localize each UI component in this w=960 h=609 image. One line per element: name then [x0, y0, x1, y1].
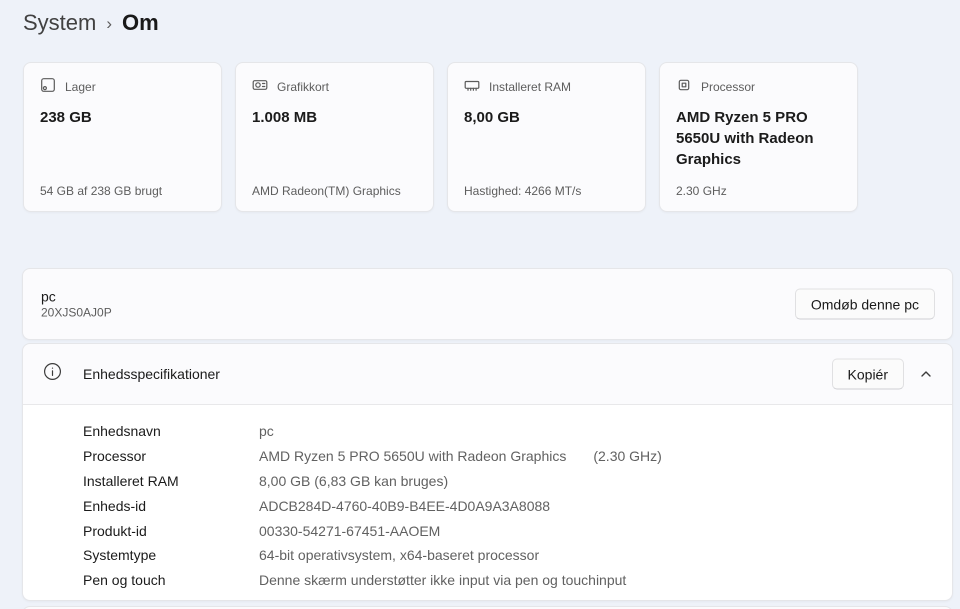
device-name: pc	[41, 288, 112, 306]
ram-card-detail: Hastighed: 4266 MT/s	[464, 184, 633, 198]
spec-value: Denne skærm understøtter ikke input via …	[259, 572, 626, 588]
summary-cards-row: Lager 238 GB 54 GB af 238 GB brugt Grafi…	[23, 62, 858, 212]
spec-label: Enhedsnavn	[83, 423, 259, 439]
breadcrumb-system-link[interactable]: System	[23, 10, 96, 36]
spec-row-processor: Processor AMD Ryzen 5 PRO 5650U with Rad…	[83, 444, 952, 469]
gpu-card-header: Grafikkort	[252, 77, 417, 96]
breadcrumb: System › Om	[23, 10, 159, 36]
rename-pc-button[interactable]: Omdøb denne pc	[795, 289, 935, 320]
ram-card-value: 8,00 GB	[464, 107, 629, 128]
info-icon	[43, 362, 62, 386]
spec-label: Installeret RAM	[83, 473, 259, 489]
gpu-card-detail: AMD Radeon(TM) Graphics	[252, 184, 421, 198]
spec-row-installed-ram: Installeret RAM 8,00 GB (6,83 GB kan bru…	[83, 469, 952, 494]
gpu-card-value: 1.008 MB	[252, 107, 417, 128]
spec-row-device-id: Enheds-id ADCB284D-4760-40B9-B4EE-4D0A9A…	[83, 493, 952, 518]
processor-card-value: AMD Ryzen 5 PRO 5650U with Radeon Graphi…	[676, 107, 841, 170]
processor-card-detail: 2.30 GHz	[676, 184, 845, 198]
hard-drive-icon	[40, 77, 56, 96]
spec-value: 64-bit operativsystem, x64-baseret proce…	[259, 547, 539, 563]
storage-card-detail: 54 GB af 238 GB brugt	[40, 184, 209, 198]
spec-value: AMD Ryzen 5 PRO 5650U with Radeon Graphi…	[259, 448, 566, 464]
chevron-up-icon[interactable]	[912, 360, 940, 388]
spec-row-product-id: Produkt-id 00330-54271-67451-AAOEM	[83, 518, 952, 543]
spec-label: Enheds-id	[83, 498, 259, 514]
spec-value: pc	[259, 423, 274, 439]
ram-card-label: Installeret RAM	[489, 80, 571, 94]
device-model: 20XJS0AJ0P	[41, 306, 112, 321]
processor-card-header: Processor	[676, 77, 841, 96]
gpu-card-label: Grafikkort	[277, 80, 329, 94]
device-name-block: pc 20XJS0AJ0P	[41, 288, 112, 321]
copy-button[interactable]: Kopiér	[832, 359, 904, 390]
processor-card-label: Processor	[701, 80, 755, 94]
spec-label: Processor	[83, 448, 259, 464]
gpu-card: Grafikkort 1.008 MB AMD Radeon(TM) Graph…	[235, 62, 434, 212]
spec-row-system-type: Systemtype 64-bit operativsystem, x64-ba…	[83, 543, 952, 568]
spec-value: 8,00 GB (6,83 GB kan bruges)	[259, 473, 448, 489]
cpu-icon	[676, 77, 692, 96]
device-specs-expander-header[interactable]: Enhedsspecifikationer Kopiér	[23, 344, 952, 404]
spec-row-pen-touch: Pen og touch Denne skærm understøtter ik…	[83, 568, 952, 593]
storage-card-label: Lager	[65, 80, 96, 94]
chevron-right-icon: ›	[106, 13, 112, 34]
device-name-card: pc 20XJS0AJ0P Omdøb denne pc	[22, 268, 953, 340]
spec-label: Produkt-id	[83, 523, 259, 539]
spec-label: Systemtype	[83, 547, 259, 563]
device-specs-card: Enhedsspecifikationer Kopiér Enhedsnavn …	[22, 343, 953, 601]
spec-value-extra: (2.30 GHz)	[593, 448, 661, 464]
spec-value: ADCB284D-4760-40B9-B4EE-4D0A9A3A8088	[259, 498, 550, 514]
processor-card: Processor AMD Ryzen 5 PRO 5650U with Rad…	[659, 62, 858, 212]
device-specs-title: Enhedsspecifikationer	[83, 366, 220, 382]
page-title: Om	[122, 10, 159, 36]
spec-label: Pen og touch	[83, 572, 259, 588]
spec-value: 00330-54271-67451-AAOEM	[259, 523, 440, 539]
settings-about-page: System › Om Lager 238 GB 54 GB af 238 GB…	[0, 0, 960, 609]
ram-card-header: Installeret RAM	[464, 77, 629, 96]
ram-card: Installeret RAM 8,00 GB Hastighed: 4266 …	[447, 62, 646, 212]
ram-icon	[464, 77, 480, 96]
storage-card-header: Lager	[40, 77, 205, 96]
spec-row-device-name: Enhedsnavn pc	[83, 419, 952, 444]
storage-card: Lager 238 GB 54 GB af 238 GB brugt	[23, 62, 222, 212]
gpu-icon	[252, 77, 268, 96]
storage-card-value: 238 GB	[40, 107, 205, 128]
device-specs-body: Enhedsnavn pc Processor AMD Ryzen 5 PRO …	[23, 404, 952, 600]
